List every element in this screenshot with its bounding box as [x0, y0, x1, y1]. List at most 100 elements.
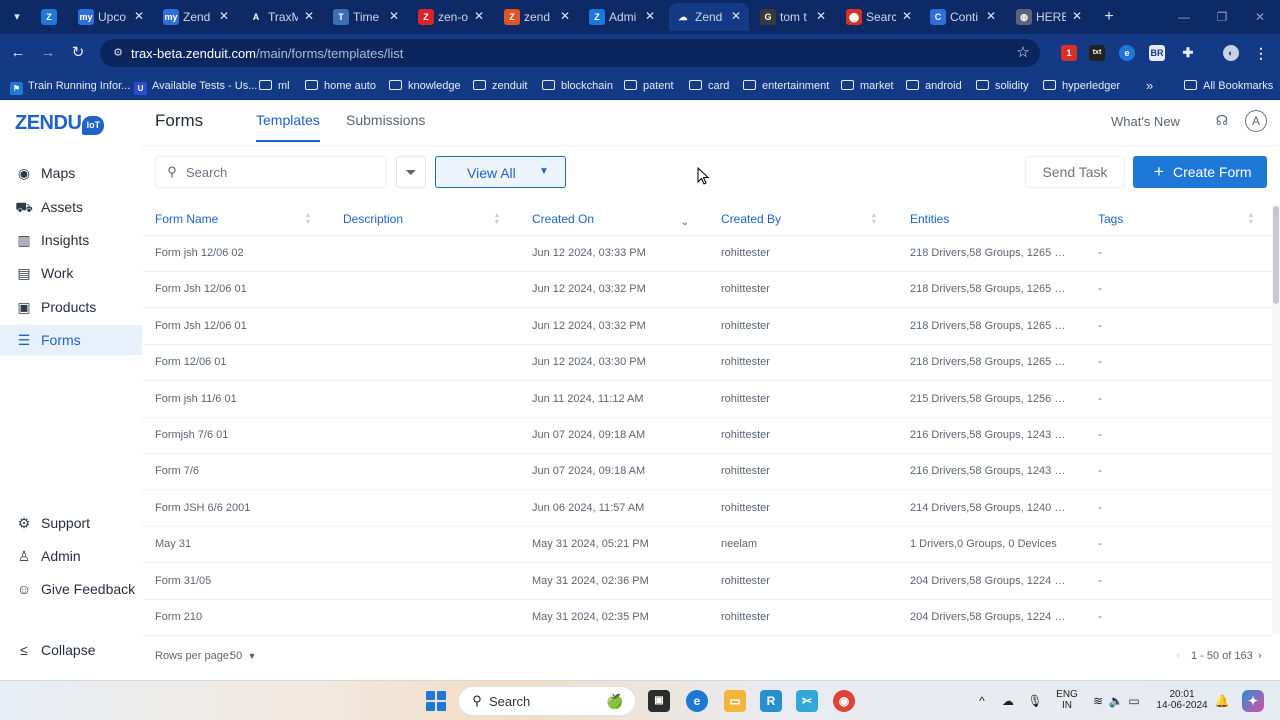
bookmark-folder[interactable]: patent: [624, 78, 674, 94]
wifi-icon[interactable]: ≋: [1090, 693, 1106, 709]
zenduit-logo[interactable]: ZENDU IoT: [15, 112, 105, 135]
bookmark-folder[interactable]: blockchain: [542, 78, 613, 94]
tab-templates[interactable]: Templates: [256, 112, 320, 128]
minimize-window-button[interactable]: —: [1174, 8, 1194, 26]
table-row[interactable]: May 31 May 31 2024, 05:21 PM neelam 1 Drive…: [142, 527, 1272, 564]
search-field[interactable]: ⚲: [155, 156, 387, 188]
browser-tab[interactable]: Z Admi ✕: [583, 3, 663, 31]
tab-submissions[interactable]: Submissions: [346, 112, 425, 128]
table-row[interactable]: Formjsh 7/6 01 Jun 07 2024, 09:18 AM rohit…: [142, 418, 1272, 454]
close-tab-icon[interactable]: ✕: [558, 9, 572, 23]
column-header-created-by[interactable]: Created By: [721, 212, 781, 226]
bookmark-folder[interactable]: hyperledger: [1043, 78, 1120, 94]
bookmark-folder[interactable]: market: [841, 78, 894, 94]
restore-window-button[interactable]: ❐: [1212, 8, 1232, 26]
column-header-tags[interactable]: Tags: [1098, 212, 1123, 226]
more-bookmarks-chevron-icon[interactable]: »: [1146, 78, 1153, 94]
user-avatar-button[interactable]: A: [1245, 110, 1267, 132]
sidebar-item-products[interactable]: ▣ Products: [0, 292, 142, 322]
new-tab-button[interactable]: +: [1100, 8, 1118, 26]
close-window-button[interactable]: ✕: [1250, 8, 1270, 26]
battery-icon[interactable]: ▭: [1126, 693, 1142, 709]
sidebar-item-insights[interactable]: ▥ Insights: [0, 225, 142, 255]
windows-start-icon[interactable]: [426, 691, 446, 711]
table-row[interactable]: Form jsh 12/06 02 Jun 12 2024, 03:33 PM ro…: [142, 236, 1272, 272]
table-row[interactable]: Form 12/06 01 Jun 12 2024, 03:30 PM rohitt…: [142, 345, 1272, 382]
notification-bell-icon[interactable]: 🔔: [1214, 693, 1230, 709]
extension-badge-icon[interactable]: 1: [1061, 45, 1077, 61]
close-tab-icon[interactable]: ✕: [132, 9, 146, 23]
close-tab-icon[interactable]: ✕: [302, 9, 316, 23]
browser-tab[interactable]: Z: [35, 3, 70, 31]
microphone-icon[interactable]: 🎙: [1027, 693, 1043, 709]
cell-name[interactable]: Form 31/05: [155, 575, 335, 587]
txt-extension-icon[interactable]: txt: [1089, 45, 1105, 61]
close-tab-icon[interactable]: ✕: [984, 9, 998, 23]
close-tab-icon[interactable]: ✕: [814, 9, 828, 23]
cell-name[interactable]: Form Jsh 12/06 01: [155, 320, 335, 332]
speaker-icon[interactable]: 🔈: [1108, 693, 1124, 709]
cell-name[interactable]: Formjsh 7/6 01: [155, 429, 335, 441]
url-text[interactable]: trax-beta.zenduit.com/main/forms/templat…: [131, 46, 403, 61]
cell-name[interactable]: Form 7/6: [155, 465, 335, 477]
close-tab-icon[interactable]: ✕: [729, 9, 743, 23]
column-header-description[interactable]: Description: [343, 212, 403, 226]
profile-avatar[interactable]: ◐: [1223, 45, 1239, 61]
cell-name[interactable]: Form jsh 12/06 02: [155, 247, 335, 259]
browser-tab[interactable]: Zzend ✕: [498, 3, 578, 31]
table-row[interactable]: Form jsh 11/6 01 Jun 11 2024, 11:12 AM roh…: [142, 382, 1272, 418]
browser-tab[interactable]: my Zend ✕: [157, 3, 237, 31]
bookmark-folder[interactable]: card: [689, 78, 729, 94]
back-arrow-icon[interactable]: ←: [8, 43, 28, 63]
all-bookmarks-button[interactable]: All Bookmarks: [1184, 78, 1273, 94]
previous-page-icon[interactable]: ‹: [1172, 650, 1184, 662]
browser-tab[interactable]: ◍ HERE ✕: [1010, 3, 1090, 31]
bookmark-folder[interactable]: knowledge: [389, 78, 461, 94]
sort-descending-icon[interactable]: ⌄: [680, 215, 690, 231]
collapse-sidebar-button[interactable]: ≤ Collapse: [0, 635, 142, 665]
sidebar-item-forms[interactable]: ☰ Forms: [0, 325, 142, 355]
cell-name[interactable]: Form Jsh 12/06 01: [155, 283, 335, 295]
search-input[interactable]: [186, 162, 376, 182]
r-app-icon[interactable]: R: [760, 690, 782, 712]
close-tab-icon[interactable]: ✕: [643, 9, 657, 23]
sort-icon[interactable]: ▲ ▼: [303, 212, 313, 228]
sort-icon[interactable]: ▲ ▼: [492, 212, 502, 228]
scrollbar-thumb[interactable]: [1273, 206, 1279, 304]
sort-icon[interactable]: ▲ ▼: [869, 212, 879, 228]
sidebar-item-work[interactable]: ▤ Work: [0, 258, 142, 288]
site-info-icon[interactable]: ⚙: [110, 45, 126, 61]
cloud-icon[interactable]: ☁: [1000, 693, 1016, 709]
browser-tab[interactable]: C Conti ✕: [924, 3, 1004, 31]
sort-icon[interactable]: ▲ ▼: [1246, 212, 1256, 228]
sidebar-item-maps[interactable]: ◉ Maps: [0, 158, 142, 188]
clock[interactable]: 20:01 14-06-2024: [1150, 689, 1214, 711]
chevron-down-icon[interactable]: ▼: [246, 650, 258, 662]
browser-menu-icon[interactable]: ⋮: [1253, 45, 1269, 61]
table-row[interactable]: Form Jsh 12/06 01 Jun 12 2024, 03:32 PM ro…: [142, 309, 1272, 345]
close-tab-icon[interactable]: ✕: [900, 9, 914, 23]
next-page-icon[interactable]: ›: [1254, 650, 1266, 662]
cell-name[interactable]: Form 12/06 01: [155, 356, 335, 368]
browser-tab[interactable]: my Upco ✕: [72, 3, 152, 31]
create-form-button[interactable]: + Create Form: [1133, 156, 1267, 188]
browser-tab[interactable]: ☁ Zend ✕: [669, 3, 749, 31]
column-header-created-on[interactable]: Created On: [532, 212, 594, 226]
headset-support-icon[interactable]: ☊: [1211, 110, 1233, 132]
sidebar-item-support[interactable]: ⚙ Support: [0, 508, 142, 538]
edge-browser-icon[interactable]: e: [686, 690, 708, 712]
edge-extension-icon[interactable]: e: [1119, 45, 1135, 61]
cell-name[interactable]: May 31: [155, 538, 335, 550]
snipping-tool-icon[interactable]: ✂: [796, 690, 818, 712]
tab-search-menu-icon[interactable]: ▾: [8, 9, 26, 25]
chrome-icon[interactable]: ◉: [833, 690, 855, 712]
bookmark-star-icon[interactable]: ☆: [1014, 44, 1032, 62]
taskbar-search[interactable]: ⚲ Search 🍏: [458, 686, 636, 716]
close-tab-icon[interactable]: ✕: [217, 9, 231, 23]
language-indicator[interactable]: ENG IN: [1054, 689, 1080, 711]
reload-icon[interactable]: ↻: [68, 43, 88, 63]
sidebar-item-assets[interactable]: ⛟ Assets: [0, 192, 142, 222]
browser-tab[interactable]: ⬤ Searc ✕: [840, 3, 920, 31]
browser-tab[interactable]: T Time ✕: [327, 3, 407, 31]
sidebar-item-admin[interactable]: ♙ Admin: [0, 541, 142, 571]
